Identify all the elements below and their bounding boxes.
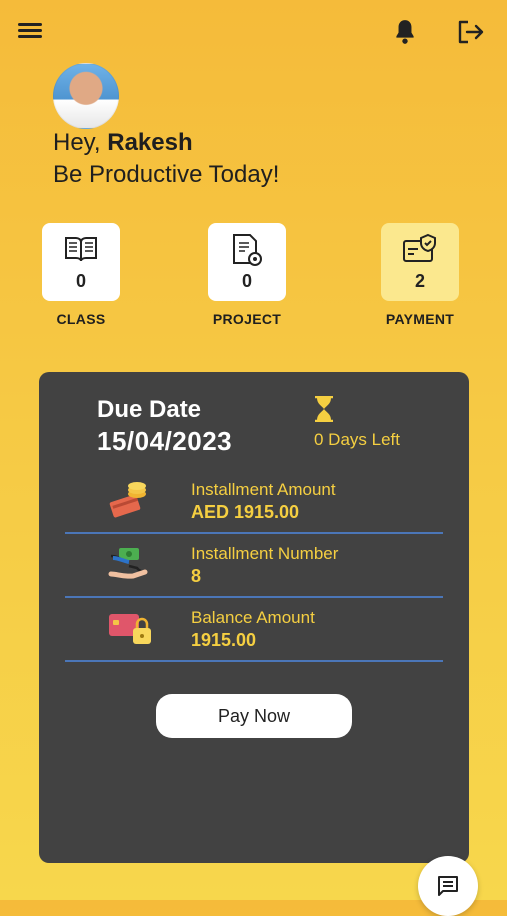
avatar[interactable] <box>53 63 119 129</box>
installment-number-row: Installment Number 8 <box>65 534 443 598</box>
logout-icon[interactable] <box>455 18 487 48</box>
installment-amount-value: AED 1915.00 <box>191 502 300 522</box>
hand-money-icon <box>108 548 148 579</box>
greeting: Hey, Rakesh <box>53 128 193 158</box>
stat-count: 0 <box>75 271 86 291</box>
installment-amount-title: Installment Amount <box>191 480 336 499</box>
stat-class[interactable]: 0 CLASS <box>42 223 120 327</box>
menu-icon[interactable] <box>18 20 46 44</box>
book-icon <box>65 237 97 262</box>
bell-icon[interactable] <box>392 18 420 48</box>
tagline: Be Productive Today! <box>53 161 280 188</box>
chat-icon <box>438 876 458 896</box>
days-left: 0 Days Left <box>314 430 400 449</box>
balance-amount-row: Balance Amount 1915.00 <box>65 598 443 662</box>
top-bar <box>0 0 507 64</box>
payment-check-icon <box>403 233 436 262</box>
stat-label: PROJECT <box>212 311 282 327</box>
stat-label: CLASS <box>56 311 106 327</box>
stat-count: 2 <box>414 271 425 291</box>
due-date-label: Due Date <box>97 396 202 423</box>
payment-card: Due Date 15/04/2023 0 Days Left Installm… <box>39 372 469 863</box>
stat-payment[interactable]: 2 PAYMENT <box>381 223 459 327</box>
due-date-value: 15/04/2023 <box>97 426 233 456</box>
hourglass-icon <box>315 396 333 422</box>
coins-card-icon <box>109 482 146 518</box>
installment-amount-row: Installment Amount AED 1915.00 <box>65 470 443 534</box>
greeting-prefix: Hey, <box>53 129 101 156</box>
balance-amount-title: Balance Amount <box>191 608 315 627</box>
stat-count: 0 <box>241 271 252 291</box>
card-lock-icon <box>109 614 151 644</box>
document-gear-icon <box>233 234 262 266</box>
stat-project[interactable]: 0 PROJECT <box>208 223 286 327</box>
balance-amount-value: 1915.00 <box>191 630 257 650</box>
installment-number-value: 8 <box>191 566 202 586</box>
installment-number-title: Installment Number <box>191 544 339 563</box>
divider <box>65 660 443 662</box>
chat-button[interactable] <box>418 856 478 916</box>
user-name: Rakesh <box>107 129 193 156</box>
pay-now-button[interactable]: Pay Now <box>156 694 352 738</box>
stat-label: PAYMENT <box>385 311 455 327</box>
